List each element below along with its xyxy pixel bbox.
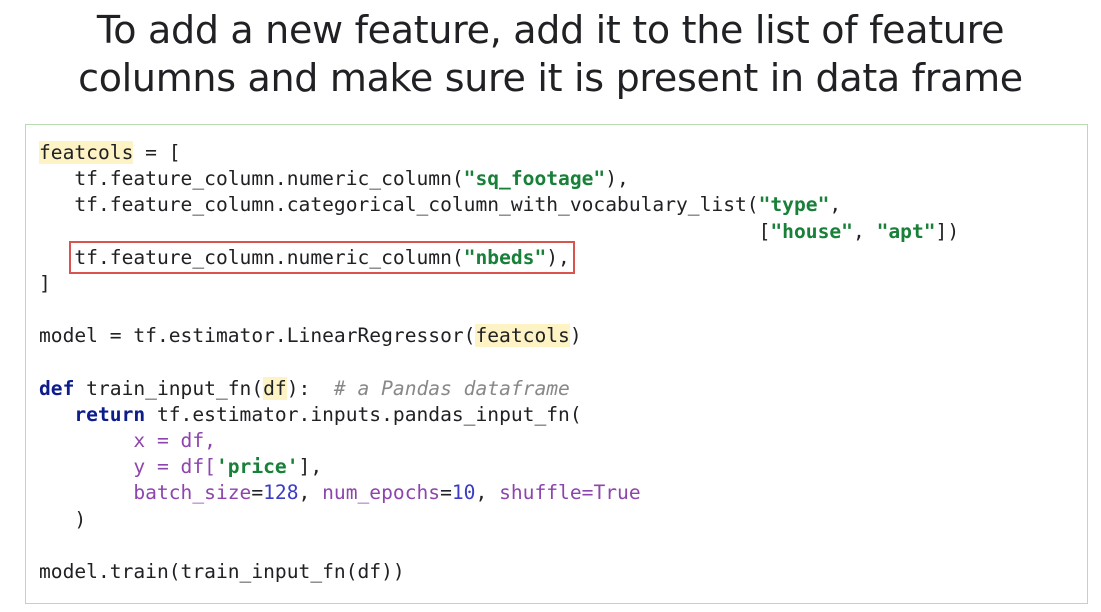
batch-size-sep: , [298,481,323,505]
shuffle-equals: = [581,481,594,505]
slide-title: To add a new feature, add it to the list… [0,6,1101,102]
vocab-indent: [ [39,219,771,243]
code-line-blank-3 [39,533,959,559]
nbeds-indent [39,246,74,269]
x-argument: x = df, [133,429,216,453]
new-feature-callout: tf.feature_column.numeric_column("nbeds"… [69,240,575,274]
code-line-13: y = df['price'], [39,454,959,480]
code-comment: # a Pandas dataframe [333,376,570,400]
code-line-3: tf.feature_column.categorical_column_wit… [39,192,959,218]
sq-footage-string: "sq_footage" [463,167,606,191]
code-line-blank-2 [39,350,959,376]
batch-size-keyword: batch_size [133,481,252,505]
num-epochs-value: 10 [451,481,476,505]
batch-size-equals: = [251,481,264,505]
call-close: ) [39,507,87,531]
code-line-5: tf.feature_column.numeric_column("nbeds"… [39,240,959,274]
categorical-column-call: tf.feature_column.categorical_column_wit… [39,193,759,217]
shuffle-value: True [593,481,641,505]
title-line-2: columns and make sure it is present in d… [78,56,1023,100]
code-line-15: ) [39,507,959,533]
num-epochs-sep: , [475,481,500,505]
code-panel: featcols = [ tf.feature_column.numeric_c… [25,124,1088,604]
code-line-8: model = tf.estimator.LinearRegressor(fea… [39,323,959,349]
x-indent [39,429,133,452]
function-name: train_input_fn( [74,376,264,400]
y-indent [39,455,133,478]
assign-open: = [ [133,141,181,164]
pandas-input-fn-call: tf.estimator.inputs.pandas_input_fn( [145,402,582,426]
y-close: ], [298,455,323,479]
code-line-11: return tf.estimator.inputs.pandas_input_… [39,402,959,428]
code-line-14: batch_size=128, num_epochs=10, shuffle=T… [39,480,959,506]
nbeds-close: ), [546,245,570,269]
apt-string: "apt" [876,219,936,243]
featcols-variable: featcols [39,141,134,164]
code-line-1: featcols = [ [39,140,959,166]
model-train-call: model.train(train_input_fn(df)) [39,560,405,583]
type-string: "type" [758,193,830,217]
title-line-1: To add a new feature, add it to the list… [96,8,1005,52]
return-indent [39,403,74,426]
signature-close: ): [286,376,334,400]
df-parameter: df [263,376,287,400]
code-block: featcols = [ tf.feature_column.numeric_c… [39,140,959,585]
def-keyword: def [39,376,75,400]
code-line-6: ] [39,271,959,297]
kwargs-indent [39,481,133,504]
model-assign: model = tf.estimator.LinearRegressor( [39,324,476,348]
comma: , [829,193,842,217]
house-string: "house" [770,219,853,243]
code-line-10: def train_input_fn(df): # a Pandas dataf… [39,376,959,402]
batch-size-value: 128 [263,481,299,505]
code-line-4: ["house", "apt"]) [39,219,960,245]
numeric-column-close: ), [605,167,629,191]
code-line-12: x = df, [39,428,959,454]
code-line-blank-1 [39,297,959,323]
y-argument: y = df[ [133,455,216,479]
nbeds-string: "nbeds" [463,245,547,269]
nbeds-call: tf.feature_column.numeric_column( [74,245,464,269]
num-epochs-equals: = [440,481,452,505]
vocab-separator: , [852,219,877,243]
num-epochs-keyword: num_epochs [322,481,441,505]
vocab-close: ]) [935,219,960,243]
numeric-column-call: tf.feature_column.numeric_column( [39,167,464,191]
price-string: 'price' [215,455,299,479]
featcols-argument: featcols [475,324,570,348]
model-close: ) [569,324,582,348]
list-close: ] [39,271,51,295]
return-keyword: return [74,402,146,426]
code-line-2: tf.feature_column.numeric_column("sq_foo… [39,166,959,192]
shuffle-keyword: shuffle [499,481,582,505]
code-line-17: model.train(train_input_fn(df)) [39,559,959,585]
